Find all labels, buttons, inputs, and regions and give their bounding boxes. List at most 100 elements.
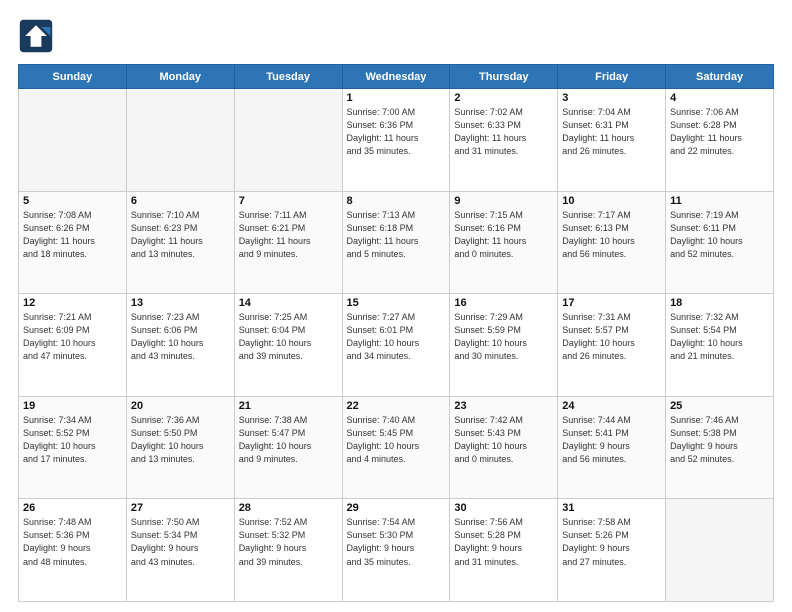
- day-cell: 21 Sunrise: 7:38 AM Sunset: 5:47 PM Dayli…: [234, 396, 342, 499]
- day-cell: 24 Sunrise: 7:44 AM Sunset: 5:41 PM Dayli…: [558, 396, 666, 499]
- week-row-0: 1 Sunrise: 7:00 AM Sunset: 6:36 PM Daylig…: [19, 89, 774, 192]
- day-number: 30: [454, 502, 553, 514]
- day-info: Sunrise: 7:54 AM Sunset: 5:30 PM Dayligh…: [347, 516, 446, 568]
- day-cell: 30Sunrise: 7:56 AM Sunset: 5:28 PM Dayli…: [450, 499, 558, 602]
- day-info: Sunrise: 7:48 AM Sunset: 5:36 PM Dayligh…: [23, 516, 122, 568]
- week-row-2: 12 Sunrise: 7:21 AM Sunset: 6:09 PM Dayli…: [19, 294, 774, 397]
- weekday-header-wednesday: Wednesday: [342, 65, 450, 89]
- day-info: Sunrise: 7:06 AM Sunset: 6:28 PM Dayligh…: [670, 106, 769, 158]
- day-cell: 5 Sunrise: 7:08 AM Sunset: 6:26 PM Daylig…: [19, 191, 127, 294]
- day-cell: 15Sunrise: 7:27 AM Sunset: 6:01 PM Dayli…: [342, 294, 450, 397]
- day-info: Sunrise: 7:11 AM Sunset: 6:21 PM Dayligh…: [239, 209, 338, 261]
- day-info: Sunrise: 7:23 AM Sunset: 6:06 PM Dayligh…: [131, 311, 230, 363]
- day-info: Sunrise: 7:13 AM Sunset: 6:18 PM Dayligh…: [347, 209, 446, 261]
- day-number: 21: [239, 400, 338, 412]
- day-cell: [234, 89, 342, 192]
- day-cell: 10 Sunrise: 7:17 AM Sunset: 6:13 PM Dayli…: [558, 191, 666, 294]
- day-cell: 13 Sunrise: 7:23 AM Sunset: 6:06 PM Dayli…: [126, 294, 234, 397]
- logo: [18, 18, 58, 54]
- day-info: Sunrise: 7:32 AM Sunset: 5:54 PM Dayligh…: [670, 311, 769, 363]
- day-cell: 23 Sunrise: 7:42 AM Sunset: 5:43 PM Dayli…: [450, 396, 558, 499]
- day-number: 27: [131, 502, 230, 514]
- day-number: 17: [562, 297, 661, 309]
- logo-icon: [18, 18, 54, 54]
- weekday-header-saturday: Saturday: [666, 65, 774, 89]
- day-number: 23: [454, 400, 553, 412]
- day-info: Sunrise: 7:25 AM Sunset: 6:04 PM Dayligh…: [239, 311, 338, 363]
- day-cell: [126, 89, 234, 192]
- day-number: 25: [670, 400, 769, 412]
- day-number: 6: [131, 195, 230, 207]
- week-row-3: 19Sunrise: 7:34 AM Sunset: 5:52 PM Dayli…: [19, 396, 774, 499]
- day-number: 26: [23, 502, 122, 514]
- day-number: 2: [454, 92, 553, 104]
- weekday-header-row: SundayMondayTuesdayWednesdayThursdayFrid…: [19, 65, 774, 89]
- day-number: 29: [347, 502, 446, 514]
- day-cell: 19Sunrise: 7:34 AM Sunset: 5:52 PM Dayli…: [19, 396, 127, 499]
- weekday-header-thursday: Thursday: [450, 65, 558, 89]
- calendar-page: SundayMondayTuesdayWednesdayThursdayFrid…: [0, 0, 792, 612]
- day-info: Sunrise: 7:10 AM Sunset: 6:23 PM Dayligh…: [131, 209, 230, 261]
- day-number: 3: [562, 92, 661, 104]
- day-number: 1: [347, 92, 446, 104]
- day-number: 5: [23, 195, 122, 207]
- day-number: 9: [454, 195, 553, 207]
- day-cell: 4 Sunrise: 7:06 AM Sunset: 6:28 PM Daylig…: [666, 89, 774, 192]
- weekday-header-monday: Monday: [126, 65, 234, 89]
- week-row-4: 26 Sunrise: 7:48 AM Sunset: 5:36 PM Dayli…: [19, 499, 774, 602]
- day-info: Sunrise: 7:08 AM Sunset: 6:26 PM Dayligh…: [23, 209, 122, 261]
- day-cell: 20 Sunrise: 7:36 AM Sunset: 5:50 PM Dayli…: [126, 396, 234, 499]
- day-info: Sunrise: 7:44 AM Sunset: 5:41 PM Dayligh…: [562, 414, 661, 466]
- day-number: 28: [239, 502, 338, 514]
- day-number: 10: [562, 195, 661, 207]
- day-number: 20: [131, 400, 230, 412]
- day-info: Sunrise: 7:38 AM Sunset: 5:47 PM Dayligh…: [239, 414, 338, 466]
- day-number: 12: [23, 297, 122, 309]
- day-cell: 12 Sunrise: 7:21 AM Sunset: 6:09 PM Dayli…: [19, 294, 127, 397]
- day-cell: 27 Sunrise: 7:50 AM Sunset: 5:34 PM Dayli…: [126, 499, 234, 602]
- day-number: 15: [347, 297, 446, 309]
- day-info: Sunrise: 7:50 AM Sunset: 5:34 PM Dayligh…: [131, 516, 230, 568]
- day-cell: 18 Sunrise: 7:32 AM Sunset: 5:54 PM Dayli…: [666, 294, 774, 397]
- day-cell: 8 Sunrise: 7:13 AM Sunset: 6:18 PM Daylig…: [342, 191, 450, 294]
- header: [18, 18, 774, 54]
- day-number: 16: [454, 297, 553, 309]
- day-cell: 2 Sunrise: 7:02 AM Sunset: 6:33 PM Daylig…: [450, 89, 558, 192]
- day-info: Sunrise: 7:46 AM Sunset: 5:38 PM Dayligh…: [670, 414, 769, 466]
- day-cell: 3 Sunrise: 7:04 AM Sunset: 6:31 PM Daylig…: [558, 89, 666, 192]
- day-number: 13: [131, 297, 230, 309]
- weekday-header-sunday: Sunday: [19, 65, 127, 89]
- day-cell: 1 Sunrise: 7:00 AM Sunset: 6:36 PM Daylig…: [342, 89, 450, 192]
- day-cell: 16 Sunrise: 7:29 AM Sunset: 5:59 PM Dayli…: [450, 294, 558, 397]
- day-number: 11: [670, 195, 769, 207]
- day-number: 8: [347, 195, 446, 207]
- day-number: 18: [670, 297, 769, 309]
- day-info: Sunrise: 7:36 AM Sunset: 5:50 PM Dayligh…: [131, 414, 230, 466]
- day-cell: [666, 499, 774, 602]
- day-info: Sunrise: 7:21 AM Sunset: 6:09 PM Dayligh…: [23, 311, 122, 363]
- day-cell: 6 Sunrise: 7:10 AM Sunset: 6:23 PM Daylig…: [126, 191, 234, 294]
- day-info: Sunrise: 7:34 AM Sunset: 5:52 PM Dayligh…: [23, 414, 122, 466]
- day-cell: 26 Sunrise: 7:48 AM Sunset: 5:36 PM Dayli…: [19, 499, 127, 602]
- day-cell: 29 Sunrise: 7:54 AM Sunset: 5:30 PM Dayli…: [342, 499, 450, 602]
- week-row-1: 5 Sunrise: 7:08 AM Sunset: 6:26 PM Daylig…: [19, 191, 774, 294]
- day-info: Sunrise: 7:04 AM Sunset: 6:31 PM Dayligh…: [562, 106, 661, 158]
- day-number: 22: [347, 400, 446, 412]
- day-info: Sunrise: 7:29 AM Sunset: 5:59 PM Dayligh…: [454, 311, 553, 363]
- day-number: 4: [670, 92, 769, 104]
- day-number: 31: [562, 502, 661, 514]
- day-info: Sunrise: 7:00 AM Sunset: 6:36 PM Dayligh…: [347, 106, 446, 158]
- day-info: Sunrise: 7:17 AM Sunset: 6:13 PM Dayligh…: [562, 209, 661, 261]
- day-info: Sunrise: 7:31 AM Sunset: 5:57 PM Dayligh…: [562, 311, 661, 363]
- day-info: Sunrise: 7:42 AM Sunset: 5:43 PM Dayligh…: [454, 414, 553, 466]
- day-info: Sunrise: 7:19 AM Sunset: 6:11 PM Dayligh…: [670, 209, 769, 261]
- day-number: 14: [239, 297, 338, 309]
- day-info: Sunrise: 7:52 AM Sunset: 5:32 PM Dayligh…: [239, 516, 338, 568]
- day-cell: 22 Sunrise: 7:40 AM Sunset: 5:45 PM Dayli…: [342, 396, 450, 499]
- calendar-table: SundayMondayTuesdayWednesdayThursdayFrid…: [18, 64, 774, 602]
- day-number: 24: [562, 400, 661, 412]
- day-info: Sunrise: 7:02 AM Sunset: 6:33 PM Dayligh…: [454, 106, 553, 158]
- day-cell: [19, 89, 127, 192]
- day-cell: 25 Sunrise: 7:46 AM Sunset: 5:38 PM Dayli…: [666, 396, 774, 499]
- day-info: Sunrise: 7:40 AM Sunset: 5:45 PM Dayligh…: [347, 414, 446, 466]
